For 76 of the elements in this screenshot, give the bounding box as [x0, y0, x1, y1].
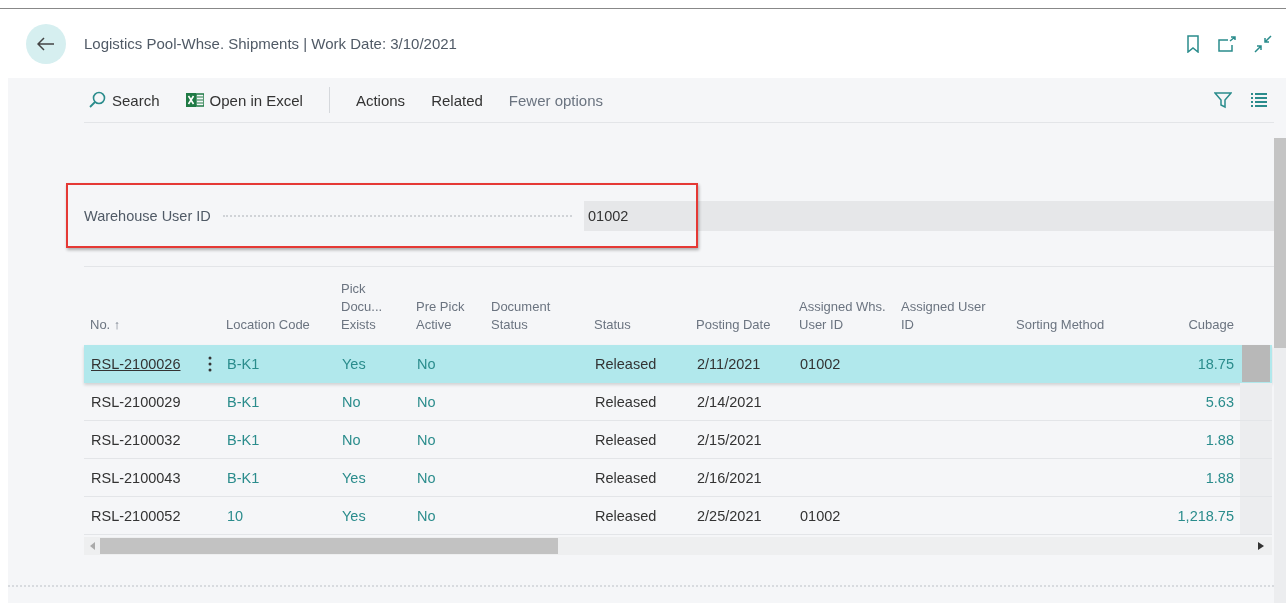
- table-cell[interactable]: No: [417, 431, 436, 448]
- table-row[interactable]: RSL-2100026 B-K1 Yes No Released 2/11/2021 01002 18.75: [84, 345, 1272, 383]
- bookmark-icon[interactable]: [1186, 34, 1200, 53]
- table-cell: 2/14/2021: [697, 393, 762, 410]
- column-header[interactable]: Document Status: [485, 298, 583, 334]
- table-cell: 01002: [800, 507, 841, 524]
- scrollbar-thumb[interactable]: [1242, 345, 1270, 382]
- menu-button[interactable]: Related: [427, 91, 487, 109]
- table-cell[interactable]: B-K1: [227, 431, 260, 448]
- back-button[interactable]: [26, 23, 66, 64]
- table-cell[interactable]: No: [417, 507, 436, 524]
- vertical-scrollbar[interactable]: [1274, 138, 1286, 603]
- table-cell[interactable]: 18.75: [1197, 355, 1234, 372]
- column-header[interactable]: Sorting Method: [1010, 316, 1105, 334]
- open-new-window-icon[interactable]: [1218, 35, 1236, 52]
- table-cell: 2/16/2021: [697, 469, 762, 486]
- table-cell[interactable]: Yes: [342, 469, 366, 486]
- scroll-left-icon[interactable]: [90, 542, 96, 550]
- table-cell[interactable]: No: [342, 431, 361, 448]
- table-cell[interactable]: B-K1: [227, 393, 260, 410]
- filter-icon[interactable]: [1214, 91, 1232, 109]
- input-field[interactable]: 01002: [584, 201, 1274, 231]
- page-title: Logistics Pool-Whse. Shipments | Work Date: 3/10/2021: [84, 35, 458, 52]
- table-cell: 2/25/2021: [697, 507, 762, 524]
- table-cell[interactable]: B-K1: [227, 469, 260, 486]
- table-cell[interactable]: 1,218.75: [1177, 507, 1234, 524]
- table-row[interactable]: RSL-2100029 B-K1 No No Released 2/14/2021 5.63: [84, 383, 1272, 421]
- table-row[interactable]: RSL-2100032 B-K1 No No Released 2/15/2021 1.88: [84, 421, 1272, 459]
- table-cell[interactable]: 5.63: [1205, 393, 1234, 410]
- table-cell: Released: [595, 507, 657, 524]
- document-link[interactable]: RSL-2100052: [91, 507, 181, 524]
- column-header[interactable]: Posting Date: [690, 316, 771, 334]
- table-cell[interactable]: 10: [227, 507, 244, 524]
- back-arrow-icon: [37, 36, 55, 51]
- scroll-right-icon[interactable]: [1258, 542, 1264, 550]
- table-cell: Released: [595, 469, 657, 486]
- horizontal-scrollbar[interactable]: [84, 537, 1272, 555]
- table-cell[interactable]: Yes: [342, 507, 366, 524]
- table-cell[interactable]: No: [417, 355, 436, 372]
- table-cell: 01002: [800, 355, 841, 372]
- document-link[interactable]: RSL-2100026: [91, 355, 181, 372]
- search-icon: [88, 91, 106, 109]
- column-header[interactable]: Pick Docu... Exists: [335, 280, 410, 334]
- table-row[interactable]: RSL-2100052 10 Yes No Released 2/25/2021 01002 1,218.75: [84, 497, 1272, 535]
- table-cell[interactable]: No: [417, 469, 436, 486]
- table-row[interactable]: RSL-2100043 B-K1 Yes No Released 2/16/2021 1.88: [84, 459, 1272, 497]
- table-cell[interactable]: Yes: [342, 355, 366, 372]
- table-cell: Released: [595, 355, 657, 372]
- column-header[interactable]: Pre Pick Active: [410, 298, 485, 334]
- list-view-icon[interactable]: [1250, 93, 1268, 107]
- table-cell: 2/11/2021: [697, 355, 761, 372]
- document-link[interactable]: RSL-2100043: [91, 469, 181, 486]
- menu-button[interactable]: Actions: [351, 91, 410, 109]
- column-header[interactable]: Assigned Whs. User ID: [793, 298, 891, 334]
- toolbar-button[interactable]: Open in Excel: [181, 91, 307, 109]
- more-options-icon[interactable]: [208, 355, 212, 372]
- document-link[interactable]: RSL-2100029: [91, 393, 181, 410]
- table-cell[interactable]: B-K1: [227, 355, 260, 372]
- document-link[interactable]: RSL-2100032: [91, 431, 181, 448]
- table-cell: 2/15/2021: [697, 431, 762, 448]
- column-header[interactable]: Status: [588, 316, 631, 334]
- menu-button[interactable]: Fewer options: [504, 91, 608, 109]
- field-label: Warehouse User ID: [84, 208, 211, 224]
- table-cell[interactable]: 1.88: [1205, 431, 1234, 448]
- table-cell: Released: [595, 431, 657, 448]
- table-cell[interactable]: 1.88: [1205, 469, 1234, 486]
- column-header[interactable]: Cubage: [1182, 316, 1240, 334]
- column-header[interactable]: No. ↑: [84, 316, 121, 334]
- spreadsheet-icon: [185, 91, 204, 109]
- table-cell[interactable]: No: [342, 393, 361, 410]
- collapse-icon[interactable]: [1254, 34, 1272, 53]
- column-header[interactable]: Assigned User ID: [895, 298, 993, 334]
- toolbar-button[interactable]: Search: [84, 91, 164, 109]
- table-cell[interactable]: No: [417, 393, 436, 410]
- table-cell: Released: [595, 393, 657, 410]
- column-header[interactable]: Location Code: [220, 316, 310, 334]
